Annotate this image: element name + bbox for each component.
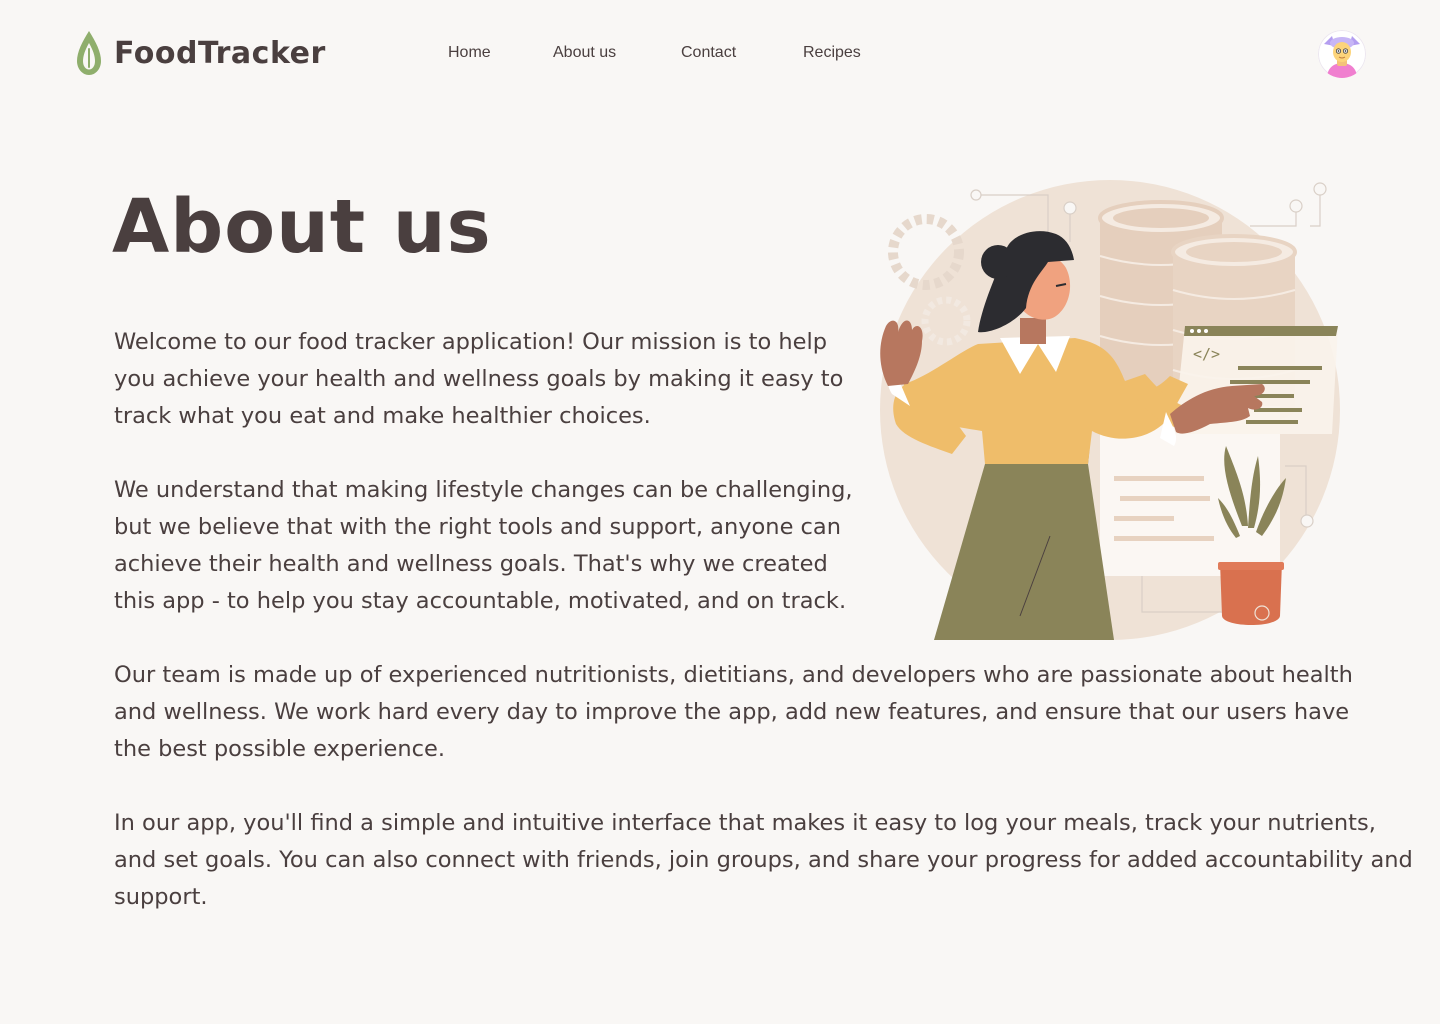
code-glyph: </> (1193, 345, 1220, 363)
nav-home[interactable]: Home (448, 44, 491, 62)
about-illustration: </> (880, 180, 1340, 640)
main-nav: Home About us Contact Recipes (0, 44, 1440, 66)
avatar-illustration (1318, 30, 1366, 78)
page-title: About us (112, 184, 492, 270)
paragraph-team: Our team is made up of experienced nutri… (114, 662, 1353, 762)
nav-recipes[interactable]: Recipes (803, 44, 861, 62)
user-avatar[interactable] (1318, 30, 1366, 78)
paragraph-approach: We understand that making lifestyle chan… (114, 477, 853, 614)
nav-about-us[interactable]: About us (553, 44, 616, 62)
site-header: FoodTracker Home About us Contact Recipe… (0, 0, 1440, 108)
paragraph-features: In our app, you'll find a simple and int… (114, 810, 1413, 910)
paragraph-mission: Welcome to our food tracker application!… (114, 329, 844, 429)
nav-contact[interactable]: Contact (681, 44, 736, 62)
